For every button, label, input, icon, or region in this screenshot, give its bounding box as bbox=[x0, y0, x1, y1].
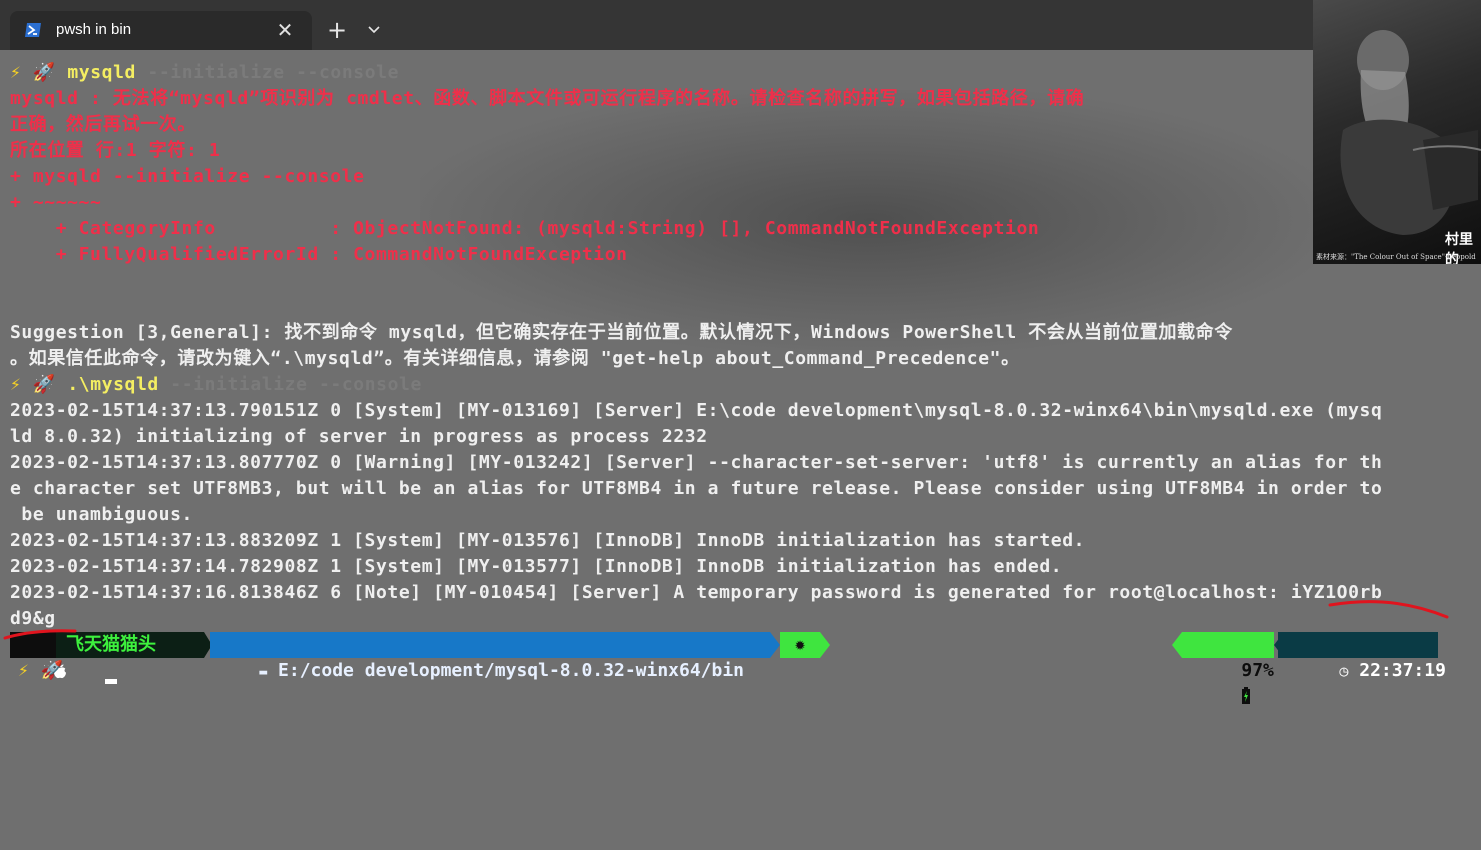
output-line: be unambiguous. bbox=[10, 504, 193, 525]
thumbnail-credit: 素材来源："The Colour Out of Space"-Leopold bbox=[1316, 253, 1476, 261]
battery-charging-icon bbox=[1242, 687, 1251, 704]
artwork-image bbox=[1340, 30, 1481, 235]
output-line: 2023-02-15T14:37:14.782908Z 1 [System] [… bbox=[10, 556, 1063, 577]
output-line: 2023-02-15T14:37:16.813846Z 6 [Note] [MY… bbox=[10, 582, 1383, 603]
error-line: + ~~~~~~ bbox=[10, 192, 102, 213]
current-path: E:/code development/mysql-8.0.32-winx64/… bbox=[278, 660, 745, 681]
output-line: e character set UTF8MB3, but will be an … bbox=[10, 478, 1383, 499]
prompt-status-bar: 飞天猫猫头 ▬ E:/code development/mysql-8.0.32… bbox=[10, 632, 1446, 704]
bolt-icon: ⚡ bbox=[10, 374, 22, 395]
battery-level: 97% bbox=[1241, 660, 1274, 681]
powershell-icon bbox=[25, 23, 41, 37]
output-line: d9&g bbox=[10, 608, 56, 629]
prompt-line: ⚡ 🚀 .\mysqld --initialize --console bbox=[10, 372, 1470, 398]
clock-time: 22:37:19 bbox=[1359, 660, 1446, 681]
tab-pwsh[interactable]: pwsh in bin ✕ bbox=[10, 11, 312, 50]
command-args: --initialize --console bbox=[158, 374, 422, 395]
bolt-icon: ⚡ bbox=[10, 62, 22, 83]
output-line: ld 8.0.32) initializing of server in pro… bbox=[10, 426, 708, 447]
error-line: mysqld : 无法将“mysqld”项识别为 cmdlet、函数、脚本文件或… bbox=[10, 88, 1085, 109]
text-cursor bbox=[105, 679, 117, 684]
bolt-icon: ⚡ bbox=[18, 660, 30, 681]
rocket-icon: 🚀 bbox=[32, 374, 56, 395]
prompt-line: ⚡ 🚀 mysqld --initialize --console bbox=[10, 60, 1470, 86]
folder-icon: ▬ bbox=[259, 665, 268, 680]
tab-bar: pwsh in bin ✕ + bbox=[0, 0, 1481, 50]
clock-icon: ◷ bbox=[1339, 662, 1349, 680]
suggestion-line: Suggestion [3,General]: 找不到命令 mysqld，但它确… bbox=[10, 322, 1233, 343]
battery-segment: 97% bbox=[1182, 632, 1274, 704]
terminal-output[interactable]: ⚡ 🚀 mysqld --initialize --console mysqld… bbox=[10, 60, 1470, 632]
error-line: 所在位置 行:1 字符: 1 bbox=[10, 140, 221, 161]
error-line: + FullyQualifiedErrorId : CommandNotFoun… bbox=[10, 244, 628, 265]
rocket-icon: 🚀 bbox=[32, 62, 56, 83]
output-line: 2023-02-15T14:37:13.807770Z 0 [Warning] … bbox=[10, 452, 1383, 473]
output-line: 2023-02-15T14:37:13.790151Z 0 [System] [… bbox=[10, 400, 1383, 421]
new-tab-button[interactable]: + bbox=[324, 16, 350, 44]
error-line: + CategoryInfo : ObjectNotFound: (mysqld… bbox=[10, 218, 1040, 239]
close-icon[interactable]: ✕ bbox=[274, 19, 296, 41]
prompt-line: ⚡ 🚀 bbox=[18, 658, 64, 684]
rocket-icon: 🚀 bbox=[40, 660, 64, 681]
suggestion-line: 。如果信任此命令，请改为键入“.\mysqld”。有关详细信息，请参阅 "get… bbox=[10, 348, 1020, 369]
user-name: 飞天猫猫头 bbox=[56, 632, 204, 658]
output-line: 2023-02-15T14:37:13.883209Z 1 [System] [… bbox=[10, 530, 1086, 551]
bug-icon: ✹ bbox=[780, 632, 820, 658]
error-line: + mysqld --initialize --console bbox=[10, 166, 365, 187]
path-segment: ▬ E:/code development/mysql-8.0.32-winx6… bbox=[210, 632, 770, 681]
command-text: .\mysqld bbox=[67, 374, 159, 395]
error-line: 正确，然后再试一次。 bbox=[10, 114, 196, 135]
chevron-down-icon[interactable] bbox=[362, 16, 386, 44]
command-text: mysqld bbox=[67, 62, 136, 83]
apple-icon bbox=[10, 632, 67, 679]
command-args: --initialize --console bbox=[135, 62, 400, 83]
time-segment: ◷ 22:37:19 bbox=[1278, 632, 1446, 681]
artwork-thumbnail: 村里的 素材来源："The Colour Out of Space"-Leopo… bbox=[1313, 0, 1481, 264]
tab-title: pwsh in bin bbox=[56, 21, 132, 38]
